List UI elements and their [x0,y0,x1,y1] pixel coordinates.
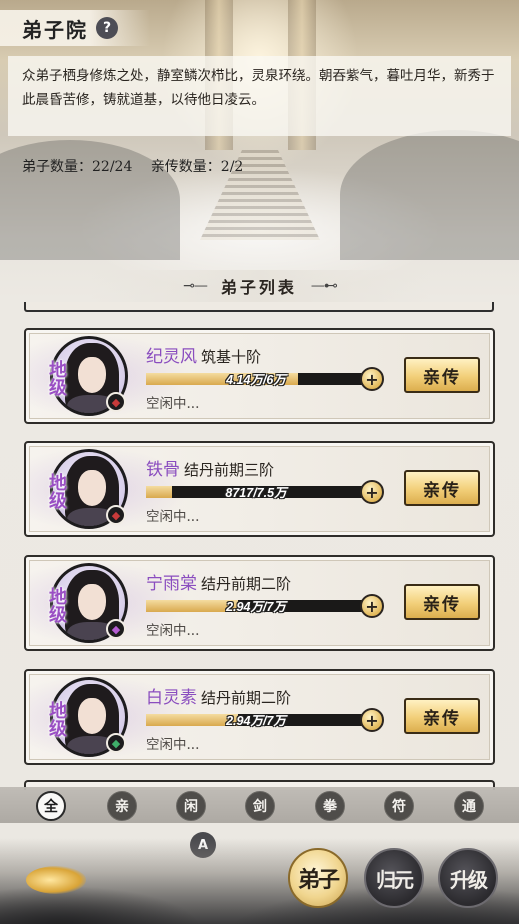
filter-tab-6[interactable]: 通 [454,791,484,821]
description-box: 众弟子栖身修炼之处，静室鳞次栉比，灵泉环绕。朝吞紫气，暮吐月华，新秀于此晨昏苦修… [8,56,511,136]
disciple-realm: 筑基十阶 [201,348,262,366]
disciple-realm: 结丹前期二阶 [201,575,292,593]
right-cloud-ornament-icon: —⊷ [310,278,338,294]
grade-tag: 地级 [46,587,67,623]
counts-row: 弟子数量：22/24 亲传数量：2/2 [22,156,257,176]
exp-progress-bar: 2.94万/7万 [146,714,366,728]
title-bar: 弟子院 ? [0,10,150,46]
list-title: 弟子列表 [220,278,297,297]
add-exp-button[interactable]: + [360,708,384,732]
filter-tab-3[interactable]: 剑 [245,791,275,821]
filter-tab-0[interactable]: 全 [36,791,66,821]
filter-tab-2[interactable]: 闲 [176,791,206,821]
disciple-status: 空闲中... [146,737,200,753]
fire-element-icon: ◆ [106,505,126,525]
disciple-name-row: 纪灵风 筑基十阶 [146,342,261,367]
exp-progress-text: 8717/7.5万 [225,486,287,500]
add-exp-button[interactable]: + [360,594,384,618]
disciple-name: 纪灵风 [146,347,197,367]
disciple-realm: 结丹前期二阶 [201,689,292,707]
disciple-name: 铁骨 [146,460,180,480]
disciple-name-row: 宁雨棠 结丹前期二阶 [146,569,291,594]
disciple-card[interactable]: 地级 ◆ 白灵素 结丹前期二阶 2.94万/7万 + 空闲中... 亲传 [24,669,495,765]
avatar-face [78,470,106,506]
disciple-card[interactable]: 地级 ◆ 铁骨 结丹前期三阶 8717/7.5万 + 空闲中... 亲传 [24,441,495,537]
filter-tab-4[interactable]: 拳 [315,791,345,821]
grade-tag: 地级 [46,701,67,737]
disciple-status: 空闲中... [146,396,200,412]
make-core-disciple-button[interactable]: 亲传 [404,698,480,734]
exp-progress-text: 2.94万/7万 [226,600,286,614]
page-title: 弟子院 [22,17,88,42]
avatar-face [78,357,106,393]
filter-bar: 全亲闲剑拳符通 [0,787,519,823]
nav-button-2[interactable]: 升级 [438,848,498,908]
avatar-face [78,698,106,734]
disciple-status: 空闲中... [146,623,200,639]
disciple-name: 宁雨棠 [146,574,197,594]
avatar-face [78,584,106,620]
list-header: ⊸— 弟子列表 —⊷ [90,270,430,302]
disciple-count: 弟子数量：22/24 [22,159,133,175]
disciple-realm: 结丹前期三阶 [184,461,275,479]
disciple-name-row: 白灵素 结丹前期二阶 [146,683,291,708]
exp-progress-bar: 8717/7.5万 [146,486,366,500]
make-core-disciple-button[interactable]: 亲传 [404,357,480,393]
exp-progress-bar: 2.94万/7万 [146,600,366,614]
exp-progress-text: 2.94万/7万 [226,714,286,728]
exp-progress-bar: 4.14万/6万 [146,373,366,387]
wood-element-icon: ◆ [106,733,126,753]
nav-button-1[interactable]: 归元 [364,848,424,908]
disciple-name: 白灵素 [146,688,197,708]
left-cloud-ornament-icon: ⊸— [183,278,208,294]
help-icon[interactable]: ? [96,17,118,39]
add-exp-button[interactable]: + [360,367,384,391]
make-core-disciple-button[interactable]: 亲传 [404,470,480,506]
grade-tag: 地级 [46,360,67,396]
description-text: 众弟子栖身修炼之处，静室鳞次栉比，灵泉环绕。朝吞紫气，暮吐月华，新秀于此晨昏苦修… [22,68,495,108]
disciple-name-row: 铁骨 结丹前期三阶 [146,455,274,480]
nav-button-0[interactable]: 弟子 [288,848,348,908]
disciple-card[interactable]: 地级 ◆ 宁雨棠 结丹前期二阶 2.94万/7万 + 空闲中... 亲传 [24,555,495,651]
disciple-card[interactable]: 地级 ◆ 纪灵风 筑基十阶 4.14万/6万 + 空闲中... 亲传 [24,328,495,424]
filter-tab-5[interactable]: 符 [384,791,414,821]
disciple-status: 空闲中... [146,509,200,525]
golden-cloud-icon [26,866,86,894]
exp-progress-text: 4.14万/6万 [226,373,286,387]
wind-element-icon: ◆ [106,619,126,639]
make-core-disciple-button[interactable]: 亲传 [404,584,480,620]
mountain-right [340,130,519,260]
grade-tag: 地级 [46,473,67,509]
fire-element-icon: ◆ [106,392,126,412]
core-disciple-count: 亲传数量：2/2 [150,159,244,175]
add-exp-button[interactable]: + [360,480,384,504]
previous-card-edge [24,302,494,312]
filter-tab-1[interactable]: 亲 [107,791,137,821]
